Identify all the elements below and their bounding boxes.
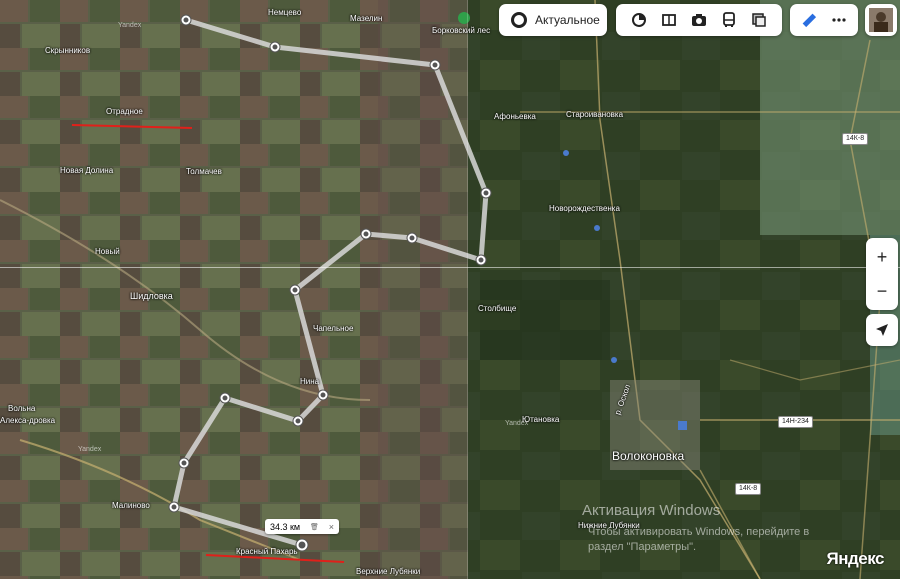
locate-icon [876,324,888,336]
zoom-out-button[interactable]: − [877,274,888,308]
more-icon[interactable] [824,4,854,36]
yandex-logo: Яндекс [826,549,885,568]
layer-selector-label: Актуальное [535,13,600,27]
label-nemtsevo: Немцево [268,8,302,17]
label-tolmachev: Толмачев [186,167,222,176]
windows-activation-text: Чтобы активировать Windows, перейдите в [588,526,810,538]
crosshair-horizontal [0,267,900,268]
label-mazelin: Мазелин [350,14,383,23]
label-skrynnikov: Скрынников [45,46,91,55]
windows-activation-title: Активация Windows [582,502,721,519]
label-nina: Нина [300,377,320,386]
road-shield: 14К-8 [842,133,869,145]
measure-tools-group [790,4,858,36]
zoom-in-button[interactable]: + [877,240,888,274]
layer-selector-button[interactable]: Актуальное [499,4,607,36]
target-icon [511,12,527,28]
station-pin-icon [563,150,569,156]
road-shield: 14Н-234 [778,416,813,428]
locate-button[interactable] [866,314,898,346]
label-krasny-pahar: Красный Пахарь [236,547,298,556]
close-icon[interactable]: × [329,522,334,532]
imagery-seam [467,0,468,579]
label-volnaya: Вольна [8,404,36,413]
delete-icon[interactable]: 🗑 [310,523,319,531]
map-tools-group [616,4,782,36]
label-novaya-dolina: Новая Долина [60,166,114,175]
label-borkovsky: Борковский лес [432,26,491,35]
yandex-tile-mark: Yandex [505,420,529,427]
label-shidlovka: Шидловка [130,291,173,301]
label-stolbishche: Столбище [478,304,517,313]
label-novy: Новый [95,247,120,256]
label-staroivanovka: Староивановка [566,110,624,119]
label-aleksandrovka: Алекса-дровка [0,416,56,425]
panorama-icon[interactable] [654,4,684,36]
road-sign-icon [678,421,687,430]
zoom-control: + − [866,238,898,310]
station-pin-icon-2 [594,225,600,231]
bus-icon[interactable] [714,4,744,36]
distance-value: 34.3 км [269,521,301,532]
label-afonevka: Афоньевка [494,112,536,121]
station-pin-icon-3 [611,357,617,363]
label-verkhnie-lubyanki: Верхние Лубянки [356,567,421,576]
label-volokonovka: Волоконовка [612,449,685,463]
label-chapelnoe: Чапельное [313,324,354,333]
label-novorozhdestvenka: Новорождественка [549,204,620,213]
avatar[interactable] [865,4,897,36]
satellite-map[interactable] [0,0,900,579]
windows-activation-text-2: раздел "Параметры". [588,541,697,553]
distance-popup: 34.3 км 🗑 × [265,519,339,534]
camera-icon[interactable] [684,4,714,36]
label-malinovo: Малиново [112,501,150,510]
traffic-icon[interactable] [624,4,654,36]
layers-icon[interactable] [744,4,774,36]
label-otradnoe: Отрадное [106,107,143,116]
ruler-icon[interactable] [794,4,824,36]
road-shield: 14К-8 [735,483,762,495]
yandex-tile-mark: Yandex [118,22,142,29]
yandex-tile-mark: Yandex [78,446,102,453]
forest-pin-icon [458,12,470,24]
